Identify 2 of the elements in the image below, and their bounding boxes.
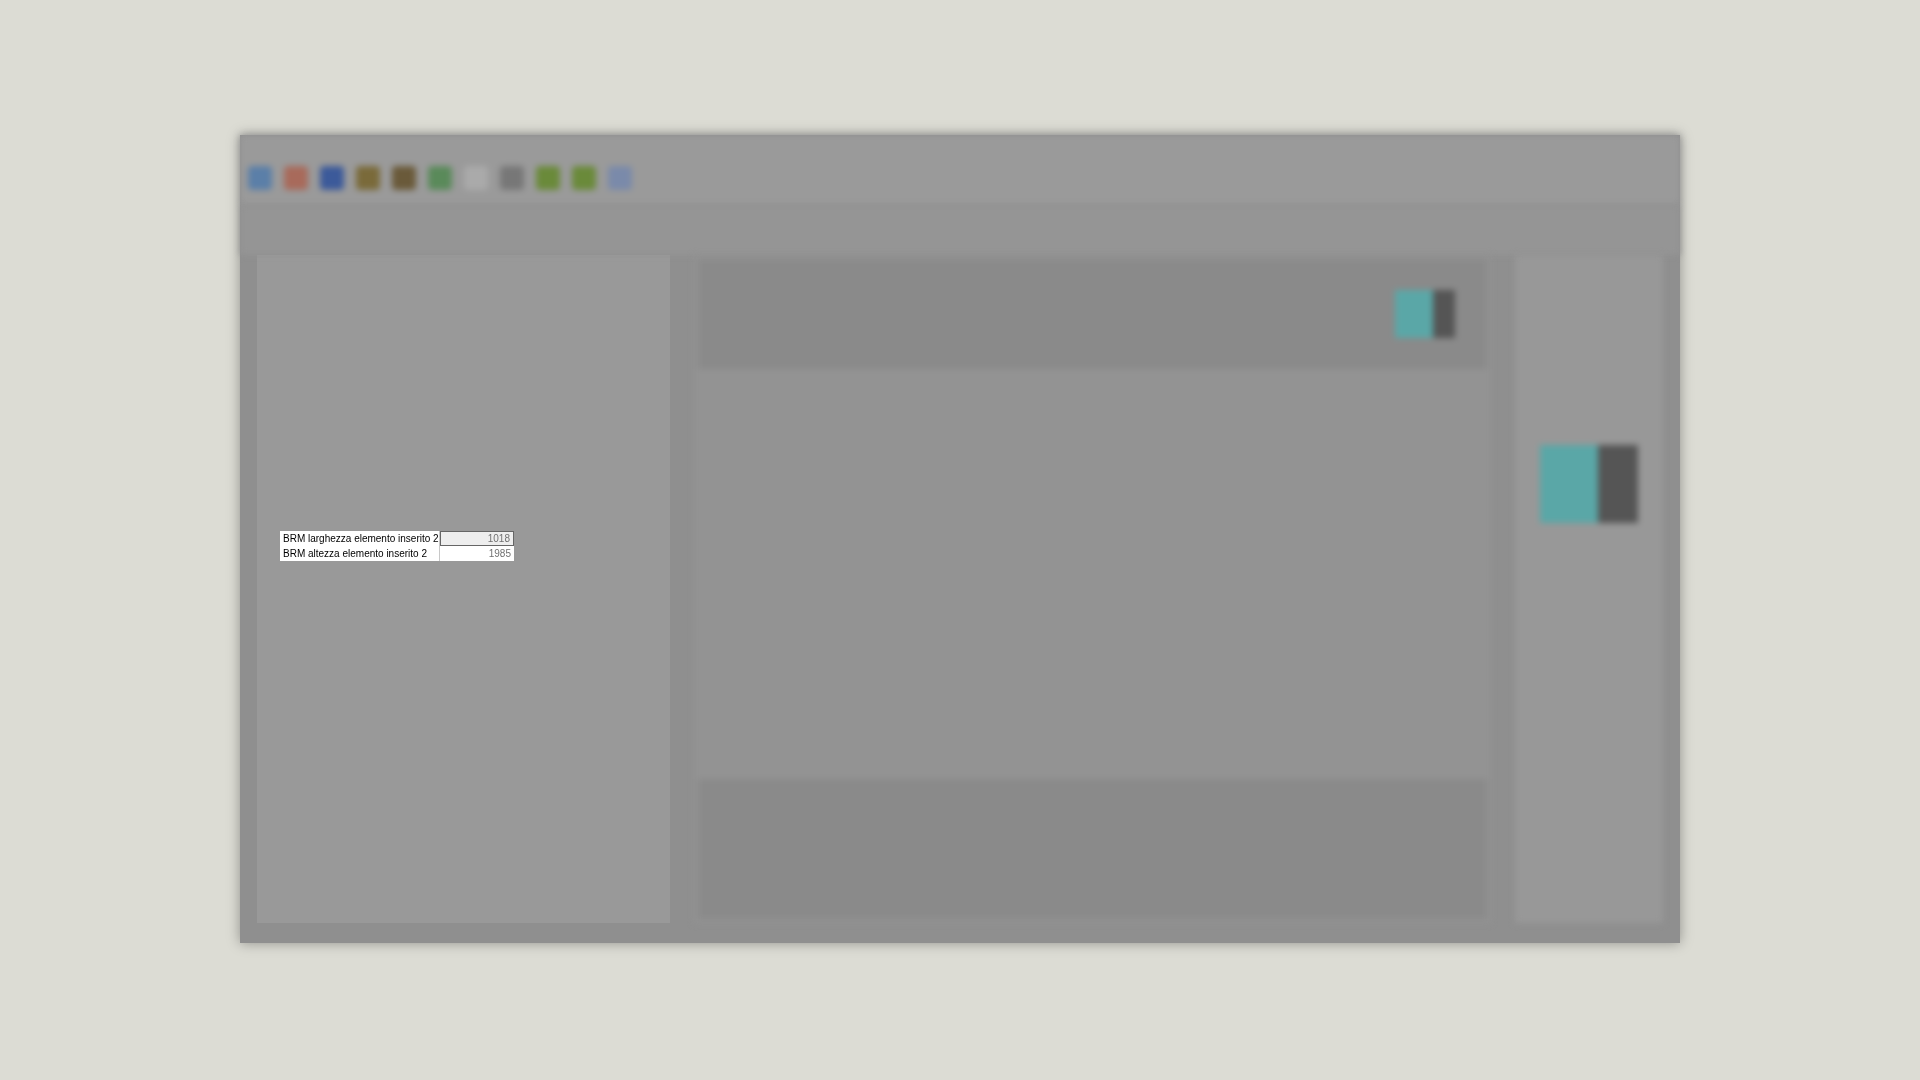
attribute-value-field[interactable]: 1018 <box>440 531 514 546</box>
window-thumbnail-drawing <box>1395 290 1455 338</box>
